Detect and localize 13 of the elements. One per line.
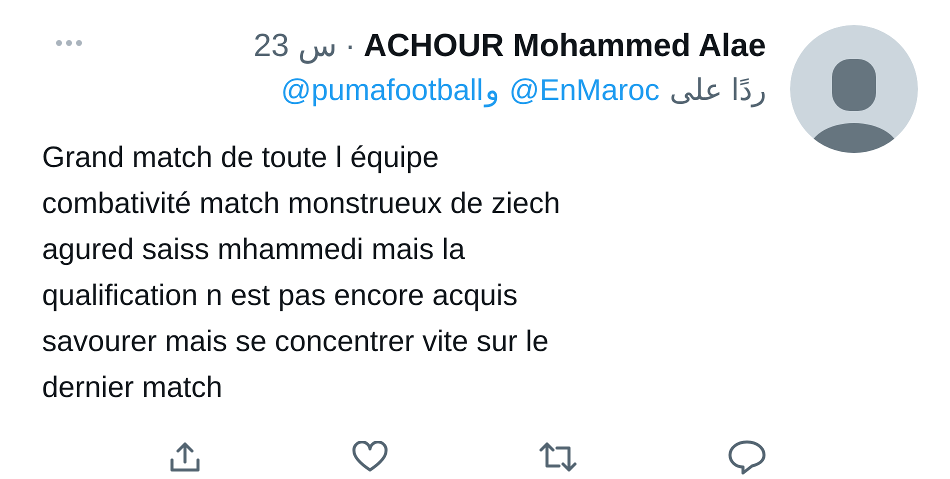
mention-link[interactable]: @pumafootball	[280, 69, 484, 113]
retweet-icon[interactable]	[538, 440, 578, 474]
reply-icon[interactable]	[728, 439, 766, 475]
mention-link[interactable]: @EnMaroc	[509, 69, 660, 113]
author-name[interactable]: ACHOUR Mohammed Alae	[364, 25, 766, 65]
separator-dot: ·	[344, 26, 356, 65]
avatar-icon	[790, 25, 918, 153]
conjunction-text: و	[485, 73, 500, 110]
share-icon[interactable]	[168, 440, 202, 474]
heart-icon[interactable]	[352, 441, 388, 473]
post-time: 23 س	[253, 26, 337, 65]
tweet-text: Grand match de toute l équipe combativité match monstrueux de ziech agured saiss mhammedi mais la qualification n est pas encore acquis savourer mais se concentrer vite sur le dernier match	[41, 140, 562, 406]
reply-label: ردًا على	[670, 73, 766, 110]
